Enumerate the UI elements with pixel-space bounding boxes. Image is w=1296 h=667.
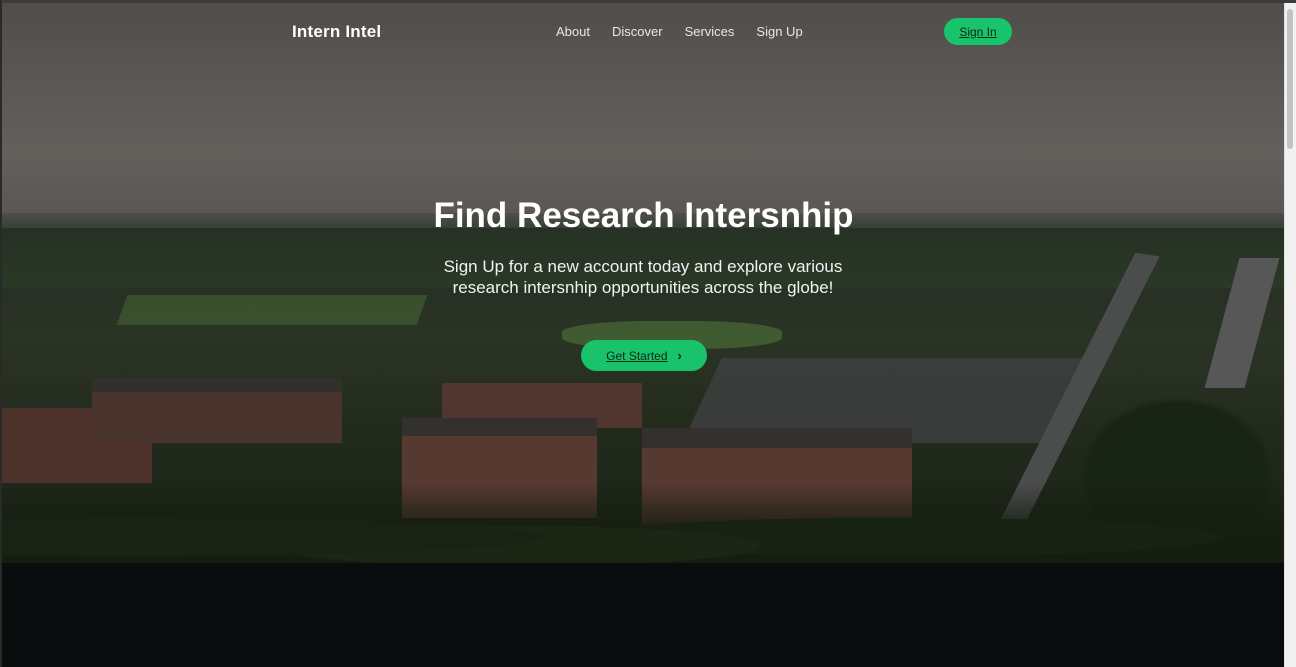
scrollbar-thumb[interactable] <box>1287 9 1293 149</box>
nav-link-discover[interactable]: Discover <box>612 24 663 39</box>
brand-logo[interactable]: Intern Intel <box>292 22 381 42</box>
get-started-label: Get Started <box>606 348 668 363</box>
nav-link-services[interactable]: Services <box>685 24 735 39</box>
page-scrollbar[interactable] <box>1284 3 1296 667</box>
nav-link-signup[interactable]: Sign Up <box>756 24 802 39</box>
hero-subtitle: Sign Up for a new account today and expl… <box>443 257 843 297</box>
nav-link-about[interactable]: About <box>556 24 590 39</box>
top-navbar: Intern Intel About Discover Services Sig… <box>0 0 1296 64</box>
hero-title: Find Research Intersnhip <box>433 196 854 235</box>
sign-in-button[interactable]: Sign In <box>944 18 1012 45</box>
get-started-button[interactable]: Get Started › <box>581 340 707 371</box>
nav-links: About Discover Services Sign Up <box>556 24 803 39</box>
chevron-right-icon: › <box>677 348 682 363</box>
